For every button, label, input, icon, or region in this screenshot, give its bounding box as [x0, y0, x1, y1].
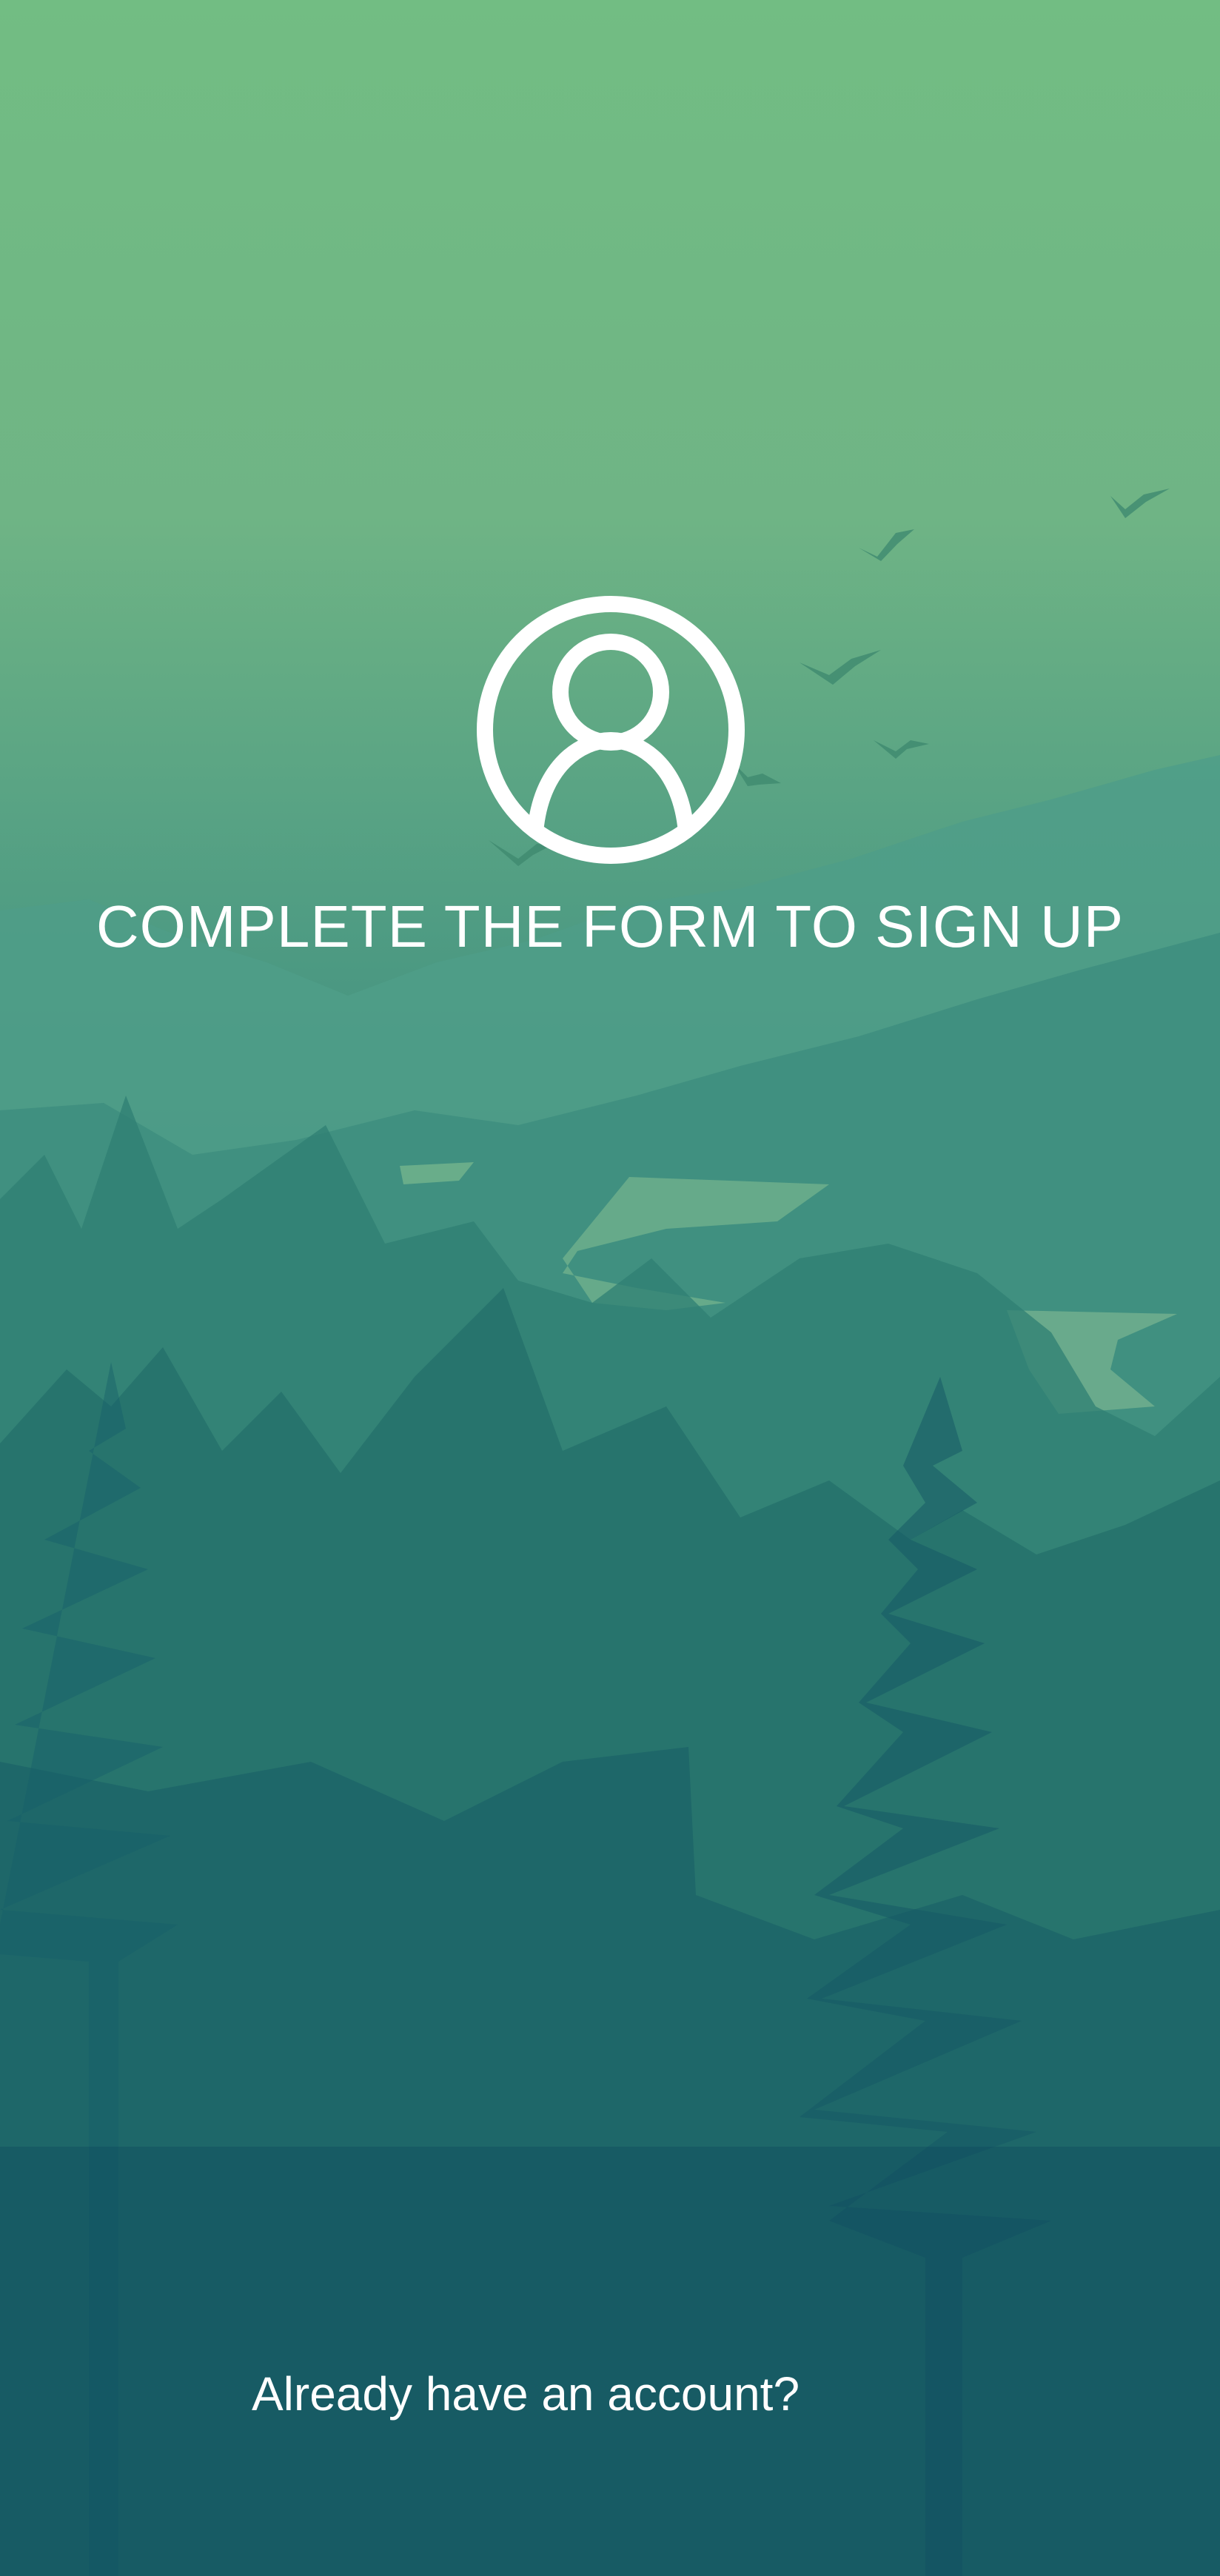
forest-background-illustration [0, 489, 1220, 2576]
login-link[interactable]: Already have an account? [0, 2367, 1051, 2421]
user-circle-icon [477, 596, 745, 864]
signup-screen: COMPLETE THE FORM TO SIGN UP Already hav… [0, 0, 1220, 2576]
page-title: COMPLETE THE FORM TO SIGN UP [95, 893, 1125, 959]
